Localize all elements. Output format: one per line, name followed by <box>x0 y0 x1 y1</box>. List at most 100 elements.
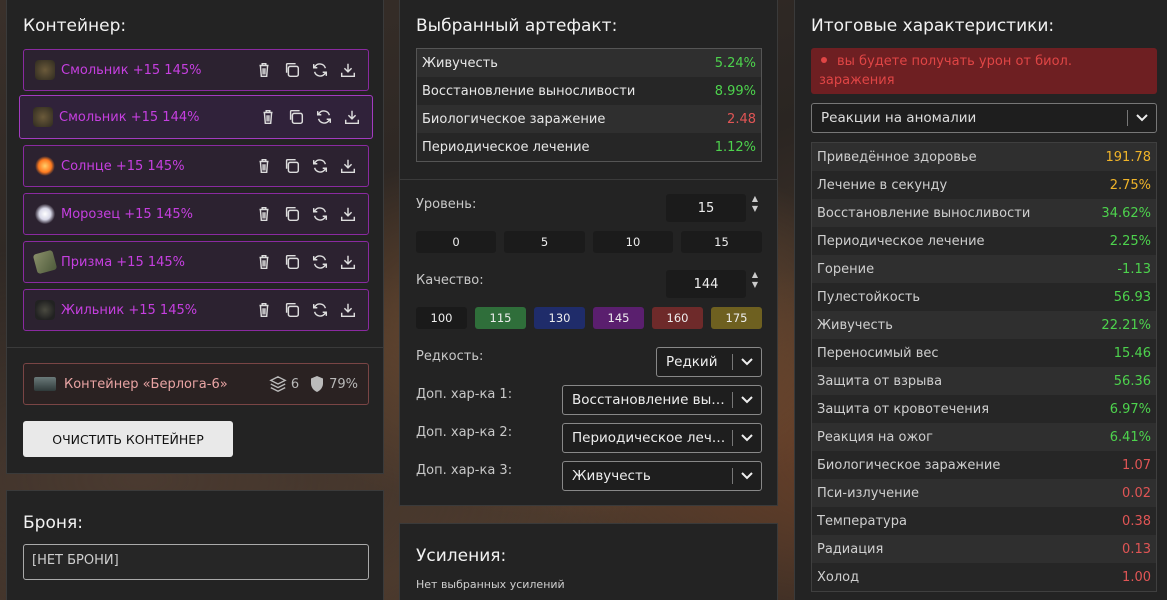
quality-spinner[interactable]: ▲ ▼ <box>749 270 761 290</box>
rarity-value: Редкий <box>666 354 718 370</box>
total-stat-row: Живучесть 22.21% <box>812 311 1156 339</box>
total-stat-label: Пси-излучение <box>817 485 920 501</box>
artifact-item-name: Солнце +15 145% <box>61 158 185 174</box>
refresh-icon[interactable] <box>314 107 334 127</box>
quality-preset-button[interactable]: 175 <box>711 307 762 329</box>
extra-stat-2-value: Периодическое лечение <box>572 430 726 446</box>
boosts-title: Усиления: <box>416 546 507 566</box>
level-preset-button[interactable]: 10 <box>593 231 673 253</box>
total-stat-value: 34.62% <box>1101 205 1151 221</box>
quality-preset-button[interactable]: 145 <box>593 307 644 329</box>
total-stat-row: Переносимый вес 15.46 <box>812 339 1156 367</box>
download-icon[interactable] <box>338 204 358 224</box>
copy-icon[interactable] <box>282 252 302 272</box>
download-icon[interactable] <box>338 156 358 176</box>
artifact-item[interactable]: Смольник +15 145% <box>23 49 369 91</box>
total-stat-label: Восстановление выносливости <box>817 205 1031 221</box>
total-stat-value: 56.36 <box>1113 373 1151 389</box>
delete-icon[interactable] <box>254 252 274 272</box>
level-label: Уровень: <box>416 197 477 212</box>
clear-container-button[interactable]: ОЧИСТИТЬ КОНТЕЙНЕР <box>23 421 233 457</box>
total-stat-row: Температура 0.38 <box>812 507 1156 535</box>
artifact-item[interactable]: Солнце +15 145% <box>23 145 369 187</box>
stat-row: Живучесть 5.24% <box>417 49 761 77</box>
level-preset-button[interactable]: 15 <box>681 231 762 253</box>
total-stat-row: Холод 1.00 <box>812 563 1156 591</box>
morozets-artifact-icon <box>35 204 55 224</box>
chevron-down-icon <box>739 396 755 404</box>
layers-icon <box>269 376 287 392</box>
download-icon[interactable] <box>338 60 358 80</box>
delete-icon[interactable] <box>254 300 274 320</box>
total-stat-value: 6.41% <box>1109 429 1151 445</box>
total-stat-label: Пулестойкость <box>817 289 921 305</box>
copy-icon[interactable] <box>286 107 306 127</box>
stat-value: 2.48 <box>727 111 756 127</box>
divider <box>400 179 777 180</box>
download-icon[interactable] <box>338 300 358 320</box>
warning-text: вы будете получать урон от биол. заражен… <box>819 54 1072 88</box>
container-panel: Контейнер: Смольник +15 145% Смольник +1… <box>6 0 384 474</box>
extra-stat-2-select[interactable]: Периодическое лечение <box>562 423 762 453</box>
stat-label: Периодическое лечение <box>422 139 590 155</box>
container-icon <box>34 377 56 391</box>
copy-icon[interactable] <box>282 60 302 80</box>
total-stat-row: Восстановление выносливости 34.62% <box>812 199 1156 227</box>
level-spinner[interactable]: ▲ ▼ <box>749 194 761 214</box>
copy-icon[interactable] <box>282 300 302 320</box>
total-stat-label: Лечение в секунду <box>817 177 948 193</box>
level-preset-button[interactable]: 0 <box>416 231 496 253</box>
delete-icon[interactable] <box>254 156 274 176</box>
level-preset-button[interactable]: 5 <box>504 231 585 253</box>
select-separator <box>732 354 733 370</box>
container-item[interactable]: Контейнер «Берлога-6» 6 79% <box>23 363 369 405</box>
stat-value: 1.12% <box>714 139 756 155</box>
bullet-icon <box>821 57 827 63</box>
total-stat-value: 15.46 <box>1113 345 1151 361</box>
delete-icon[interactable] <box>254 204 274 224</box>
quality-input[interactable]: 144 <box>666 270 746 298</box>
extra-stat-1-value: Восстановление выносливости <box>572 392 726 408</box>
copy-icon[interactable] <box>282 204 302 224</box>
level-input[interactable]: 15 <box>666 194 746 222</box>
delete-icon[interactable] <box>254 60 274 80</box>
stat-row: Восстановление выносливости 8.99% <box>417 77 761 105</box>
refresh-icon[interactable] <box>310 60 330 80</box>
total-stat-row: Защита от взрыва 56.36 <box>812 367 1156 395</box>
extra-stat-2-label: Доп. хар-ка 2: <box>416 425 513 440</box>
container-slots: 6 <box>290 376 300 392</box>
total-stat-value: 1.00 <box>1122 569 1151 585</box>
total-stat-value: 6.97% <box>1109 401 1151 417</box>
smolnik-artifact-icon <box>33 107 53 127</box>
download-icon[interactable] <box>342 107 362 127</box>
rarity-select[interactable]: Редкий <box>656 347 762 377</box>
refresh-icon[interactable] <box>310 252 330 272</box>
artifact-item[interactable]: Жильник +15 145% <box>23 289 369 331</box>
extra-stat-3-select[interactable]: Живучесть <box>562 461 762 491</box>
total-stat-label: Температура <box>817 513 907 529</box>
artifact-item-selected[interactable]: Смольник +15 144% <box>19 95 373 139</box>
delete-icon[interactable] <box>258 107 278 127</box>
quality-preset-button[interactable]: 160 <box>652 307 703 329</box>
refresh-icon[interactable] <box>310 204 330 224</box>
download-icon[interactable] <box>338 252 358 272</box>
total-stat-label: Реакция на ожог <box>817 429 933 445</box>
selected-artifact-title: Выбранный артефакт: <box>416 16 618 36</box>
extra-stat-1-select[interactable]: Восстановление выносливости <box>562 385 762 415</box>
total-stat-row: Горение -1.13 <box>812 255 1156 283</box>
total-stat-value: 0.38 <box>1122 513 1151 529</box>
armor-field[interactable]: [НЕТ БРОНИ] <box>23 544 369 580</box>
total-stat-value: -1.13 <box>1117 261 1151 277</box>
total-stat-row: Пси-излучение 0.02 <box>812 479 1156 507</box>
refresh-icon[interactable] <box>310 156 330 176</box>
stat-category-select[interactable]: Реакции на аномалии <box>811 103 1157 133</box>
refresh-icon[interactable] <box>310 300 330 320</box>
quality-preset-button[interactable]: 115 <box>475 307 526 329</box>
quality-preset-button[interactable]: 130 <box>534 307 585 329</box>
copy-icon[interactable] <box>282 156 302 176</box>
total-stat-value: 0.13 <box>1122 541 1151 557</box>
quality-preset-button[interactable]: 100 <box>416 307 467 329</box>
artifact-item-name: Смольник +15 145% <box>61 62 202 78</box>
artifact-item[interactable]: Морозец +15 145% <box>23 193 369 235</box>
artifact-item[interactable]: Призма +15 145% <box>23 241 369 283</box>
